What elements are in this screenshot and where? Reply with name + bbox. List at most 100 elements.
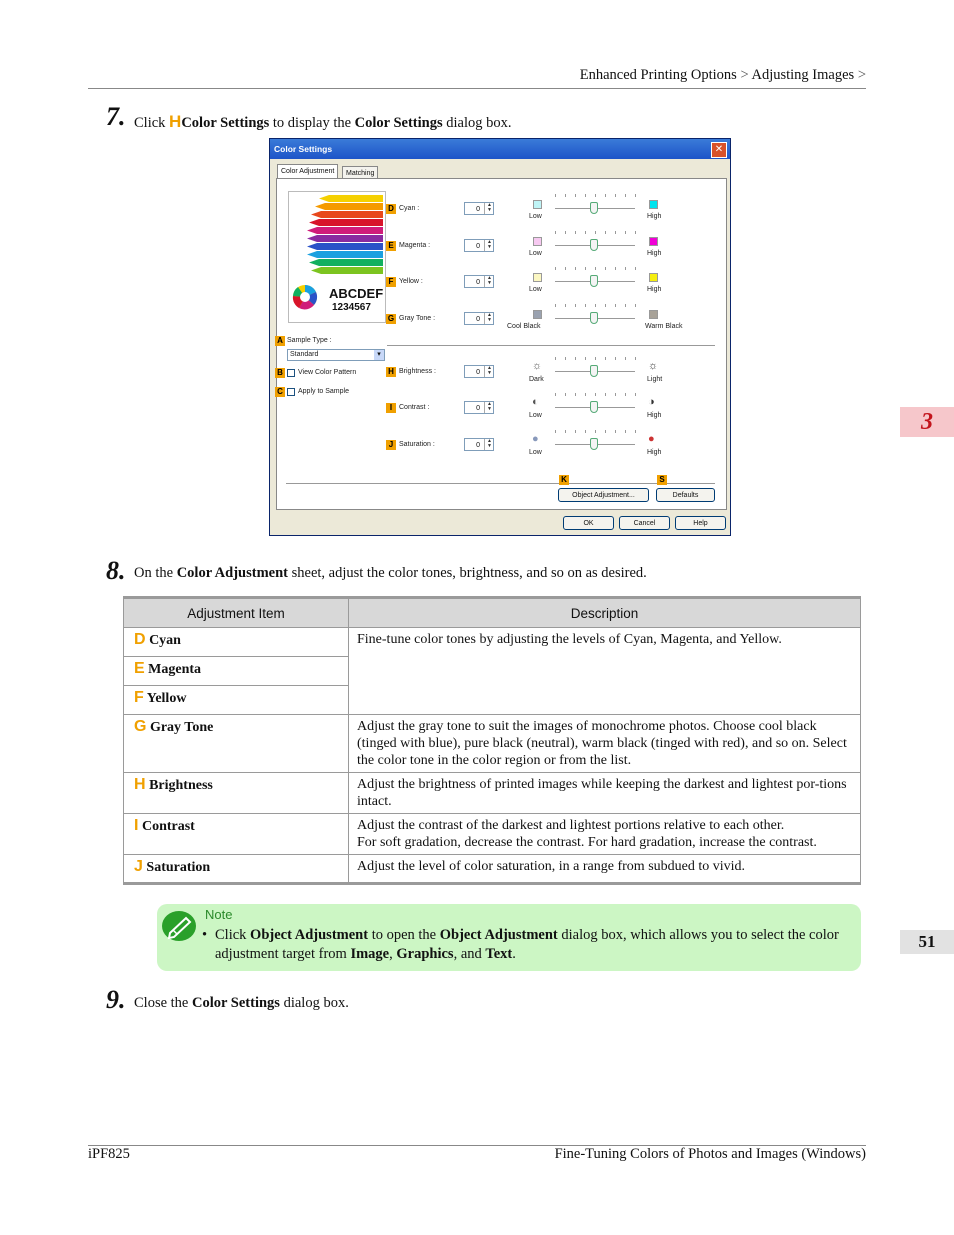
- tick-mark: [575, 267, 576, 270]
- spinner-arrows-icon[interactable]: ▲ ▼: [484, 240, 494, 251]
- tick-mark: [635, 430, 636, 433]
- callout-letter: F: [134, 689, 144, 706]
- step-text: Close the Color Settings dialog box.: [134, 995, 349, 1012]
- callout-letter: H: [169, 112, 182, 131]
- tick-mark: [585, 430, 586, 433]
- low-label: Cool Black: [507, 323, 541, 330]
- tick-mark: [605, 231, 606, 234]
- footer-model: iPF825: [88, 1146, 130, 1162]
- slider-ticks: [555, 267, 636, 271]
- tick-mark: [575, 194, 576, 197]
- high-level-icon: ◑: [648, 396, 655, 408]
- ok-button[interactable]: OK: [563, 516, 614, 530]
- sample-type-select[interactable]: Standard ▾: [287, 349, 385, 361]
- slider-thumb[interactable]: [590, 438, 598, 450]
- tick-mark: [595, 430, 596, 433]
- adjustment-label: Magenta :: [399, 242, 431, 249]
- sample-type-value: Standard: [290, 351, 319, 358]
- tick-mark: [595, 304, 596, 307]
- preview-text-line2: 1234567: [332, 302, 371, 313]
- apply-to-sample-checkbox[interactable]: [287, 388, 295, 396]
- close-icon[interactable]: ✕: [711, 142, 727, 158]
- slider-thumb[interactable]: [590, 312, 598, 324]
- tick-mark: [635, 357, 636, 360]
- bold-text: Color Settings: [354, 115, 443, 131]
- note-text: Click Object Adjustment to open the Obje…: [215, 926, 855, 964]
- dialog-title: Color Settings: [270, 139, 730, 159]
- spinner-arrows-icon[interactable]: ▲ ▼: [484, 203, 494, 214]
- table-cell-item: F Yellow: [123, 685, 349, 715]
- text: to display the: [272, 115, 352, 131]
- tick-mark: [615, 430, 616, 433]
- slider-thumb[interactable]: [590, 401, 598, 413]
- adjustment-label: Cyan :: [399, 205, 420, 212]
- bold-text: Image: [350, 946, 390, 962]
- spinner-arrows-icon[interactable]: ▲ ▼: [484, 402, 494, 413]
- text: .: [512, 946, 516, 962]
- help-button[interactable]: Help: [675, 516, 726, 530]
- text: Close the: [134, 995, 189, 1011]
- tick-mark: [575, 430, 576, 433]
- tick-mark: [565, 393, 566, 396]
- chevron-down-icon[interactable]: ▾: [374, 350, 384, 360]
- footer-section-title: Fine-Tuning Colors of Photos and Images …: [554, 1146, 866, 1162]
- table-cell-item: I Contrast: [123, 813, 349, 855]
- bold-text: Object Adjustment: [250, 927, 369, 943]
- bold-text: Color Settings: [181, 115, 270, 131]
- tick-mark: [555, 267, 556, 270]
- slider-ticks: [555, 231, 636, 235]
- tick-mark: [635, 194, 636, 197]
- table-row: G Gray Tone Adjust the gray tone to suit…: [123, 714, 861, 773]
- apply-to-sample-label: Apply to Sample: [298, 388, 349, 395]
- slider-thumb[interactable]: [590, 365, 598, 377]
- callout-letter: H: [386, 367, 396, 377]
- tick-mark: [605, 267, 606, 270]
- tick-mark: [625, 194, 626, 197]
- low-label: Low: [529, 250, 542, 257]
- tick-mark: [605, 357, 606, 360]
- item-name: Brightness: [149, 778, 213, 793]
- slider-thumb[interactable]: [590, 275, 598, 287]
- object-adjustment-button[interactable]: Object Adjustment...: [558, 488, 649, 502]
- high-color-swatch: [649, 237, 658, 246]
- tab-color-adjustment[interactable]: Color Adjustment: [277, 164, 339, 179]
- pencil-icon-graphic: [167, 916, 192, 940]
- table-row: H Brightness Adjust the brightness of pr…: [123, 772, 861, 814]
- slider-thumb[interactable]: [590, 239, 598, 251]
- defaults-button[interactable]: Defaults: [656, 488, 715, 502]
- tick-mark: [585, 357, 586, 360]
- tick-mark: [625, 357, 626, 360]
- tick-mark: [555, 393, 556, 396]
- breadcrumb-item: Enhanced Printing Options: [579, 67, 737, 83]
- bold-text: Graphics: [396, 946, 454, 962]
- tick-mark: [555, 304, 556, 307]
- tick-mark: [605, 430, 606, 433]
- text: dialog box.: [446, 115, 512, 131]
- spinner-arrows-icon[interactable]: ▲ ▼: [484, 313, 494, 324]
- spinner-arrows-icon[interactable]: ▲ ▼: [484, 439, 494, 450]
- callout-letter: S: [657, 475, 667, 485]
- tick-mark: [615, 357, 616, 360]
- view-color-pattern-checkbox[interactable]: [287, 369, 295, 377]
- tick-mark: [625, 267, 626, 270]
- tick-mark: [625, 304, 626, 307]
- low-label: Low: [529, 449, 542, 456]
- spinner-arrows-icon[interactable]: ▲ ▼: [484, 366, 494, 377]
- text: On the: [134, 565, 174, 581]
- table-cell-item: H Brightness: [123, 772, 349, 814]
- tick-mark: [585, 231, 586, 234]
- text: , and: [453, 946, 482, 962]
- tick-mark: [615, 194, 616, 197]
- tick-mark: [615, 267, 616, 270]
- spinner-arrows-icon[interactable]: ▲ ▼: [484, 276, 494, 287]
- table-row: J Saturation Adjust the level of color s…: [123, 854, 861, 885]
- preview-text-line1: ABCDEF: [329, 286, 384, 301]
- tick-mark: [565, 194, 566, 197]
- text: dialog box.: [283, 995, 349, 1011]
- slider-thumb[interactable]: [590, 202, 598, 214]
- item-name: Yellow: [146, 691, 187, 706]
- high-label: Warm Black: [645, 323, 683, 330]
- cancel-button[interactable]: Cancel: [619, 516, 670, 530]
- high-label: High: [647, 412, 662, 419]
- tick-mark: [595, 357, 596, 360]
